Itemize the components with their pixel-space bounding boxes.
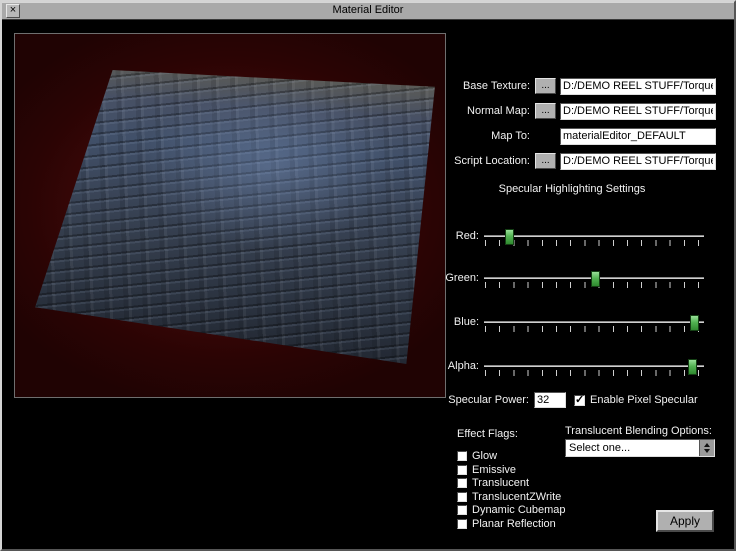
titlebar[interactable]: × Material Editor — [2, 2, 734, 20]
slider-blue-thumb[interactable] — [690, 315, 699, 331]
slider-row-alpha: Alpha: — [422, 359, 704, 381]
map-to-row: Map To: — [420, 127, 716, 145]
dynamic-cubemap-label: Dynamic Cubemap — [472, 504, 566, 516]
translucentzwrite-checkbox[interactable] — [457, 492, 467, 502]
script-location-label: Script Location: — [420, 155, 535, 167]
emissive-checkbox[interactable] — [457, 465, 467, 475]
translucentzwrite-label: TranslucentZWrite — [472, 491, 561, 503]
slider-row-green: Green: — [422, 271, 704, 293]
normal-map-browse-button[interactable]: ... — [535, 103, 556, 119]
material-preview-rock — [31, 40, 439, 374]
planar-reflection-checkbox[interactable] — [457, 519, 467, 529]
apply-button[interactable]: Apply — [656, 510, 714, 532]
base-texture-label: Base Texture: — [420, 80, 535, 92]
map-to-input[interactable] — [560, 128, 716, 145]
base-texture-input[interactable] — [560, 78, 716, 95]
translucent-label: Translucent — [472, 477, 529, 489]
map-to-label: Map To: — [420, 130, 535, 142]
slider-green-track[interactable] — [484, 271, 704, 293]
specular-section-title: Specular Highlighting Settings — [432, 183, 712, 195]
slider-ticks — [485, 370, 704, 376]
checkbox-row-emissive[interactable]: Emissive — [457, 463, 516, 476]
checkbox-row-planar-reflection[interactable]: Planar Reflection — [457, 517, 556, 530]
slider-row-blue: Blue: — [422, 315, 704, 337]
slider-groove — [484, 235, 704, 237]
slider-alpha-label: Alpha: — [422, 360, 484, 372]
checkbox-row-translucentzwrite[interactable]: TranslucentZWrite — [457, 490, 561, 503]
preview-viewport[interactable] — [14, 33, 446, 398]
glow-checkbox[interactable] — [457, 451, 467, 461]
enable-pixel-specular-label: Enable Pixel Specular — [590, 394, 698, 406]
effect-flags-title: Effect Flags: — [457, 428, 518, 440]
translucent-blending-title: Translucent Blending Options: — [565, 425, 712, 437]
checkbox-row-glow[interactable]: Glow — [457, 449, 497, 462]
specular-power-input[interactable] — [534, 392, 566, 408]
emissive-label: Emissive — [472, 464, 516, 476]
material-editor-window: × Material Editor Base Texture: ... Norm… — [0, 0, 736, 551]
slider-groove — [484, 321, 704, 323]
planar-reflection-label: Planar Reflection — [472, 518, 556, 530]
script-location-browse-button[interactable]: ... — [535, 153, 556, 169]
slider-blue-track[interactable] — [484, 315, 704, 337]
slider-alpha-track[interactable] — [484, 359, 704, 381]
dynamic-cubemap-checkbox[interactable] — [457, 505, 467, 515]
slider-alpha-thumb[interactable] — [688, 359, 697, 375]
normal-map-label: Normal Map: — [420, 105, 535, 117]
base-texture-browse-button[interactable]: ... — [535, 78, 556, 94]
window-title: Material Editor — [2, 4, 734, 16]
dropdown-spinner-icon[interactable] — [699, 440, 714, 456]
enable-pixel-specular-checkbox[interactable] — [574, 395, 585, 406]
arrow-down-icon — [704, 449, 710, 453]
base-texture-row: Base Texture: ... — [420, 77, 716, 95]
checkbox-row-dynamic-cubemap[interactable]: Dynamic Cubemap — [457, 503, 566, 516]
slider-groove — [484, 365, 704, 367]
translucent-checkbox[interactable] — [457, 478, 467, 488]
slider-green-label: Green: — [422, 272, 484, 284]
slider-red-thumb[interactable] — [505, 229, 514, 245]
normal-map-input[interactable] — [560, 103, 716, 120]
slider-red-track[interactable] — [484, 229, 704, 251]
slider-ticks — [485, 326, 704, 332]
slider-row-red: Red: — [422, 229, 704, 251]
glow-label: Glow — [472, 450, 497, 462]
script-location-row: Script Location: ... — [420, 152, 716, 170]
slider-green-thumb[interactable] — [591, 271, 600, 287]
specular-power-label: Specular Power: — [420, 394, 534, 406]
arrow-up-icon — [704, 443, 710, 447]
slider-blue-label: Blue: — [422, 316, 484, 328]
normal-map-row: Normal Map: ... — [420, 102, 716, 120]
slider-red-label: Red: — [422, 230, 484, 242]
specular-power-row: Specular Power: Enable Pixel Specular — [420, 391, 720, 409]
translucent-blending-dropdown[interactable]: Select one... — [565, 439, 715, 457]
slider-ticks — [485, 240, 704, 246]
checkbox-row-translucent[interactable]: Translucent — [457, 476, 529, 489]
dropdown-selected-value: Select one... — [566, 442, 699, 454]
script-location-input[interactable] — [560, 153, 716, 170]
